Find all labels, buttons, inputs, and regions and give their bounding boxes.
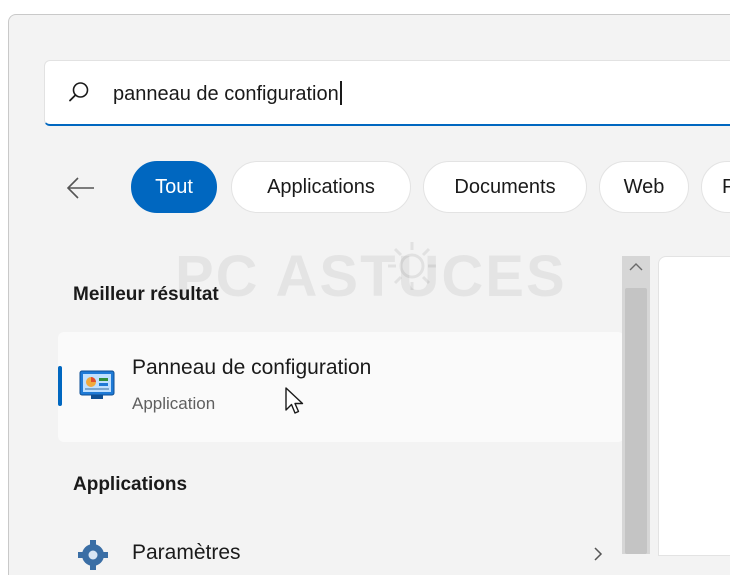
scroll-up-icon[interactable] bbox=[628, 260, 644, 274]
applications-heading: Applications bbox=[73, 474, 188, 495]
scrollbar-thumb[interactable] bbox=[625, 288, 647, 554]
filter-tout[interactable]: Tout bbox=[131, 161, 217, 213]
best-match-heading: Meilleur résultat bbox=[73, 284, 219, 305]
search-icon bbox=[69, 82, 89, 102]
mouse-cursor-icon bbox=[285, 387, 304, 414]
back-arrow-icon[interactable] bbox=[66, 176, 96, 200]
app-item-parametres[interactable]: Paramètres bbox=[58, 526, 624, 570]
app-name: Paramètres bbox=[132, 541, 241, 564]
result-name: Panneau de configuration bbox=[132, 356, 372, 379]
control-panel-icon bbox=[79, 370, 115, 399]
filter-web[interactable]: Web bbox=[599, 161, 689, 213]
text-caret bbox=[339, 81, 342, 105]
filter-applications[interactable]: Applications bbox=[231, 161, 411, 213]
search-query: panneau de configuration bbox=[113, 83, 339, 105]
selection-indicator bbox=[58, 366, 62, 406]
chevron-right-icon bbox=[594, 547, 603, 561]
result-type: Application bbox=[132, 394, 216, 413]
watermark-sun-icon bbox=[388, 242, 436, 290]
best-match-result[interactable]: Panneau de configuration Application bbox=[58, 332, 624, 442]
gear-icon bbox=[78, 540, 108, 570]
search-input[interactable]: panneau de configuration bbox=[113, 81, 342, 106]
preview-pane bbox=[658, 256, 730, 556]
filter-documents[interactable]: Documents bbox=[423, 161, 587, 213]
search-box[interactable]: panneau de configuration bbox=[44, 60, 730, 126]
